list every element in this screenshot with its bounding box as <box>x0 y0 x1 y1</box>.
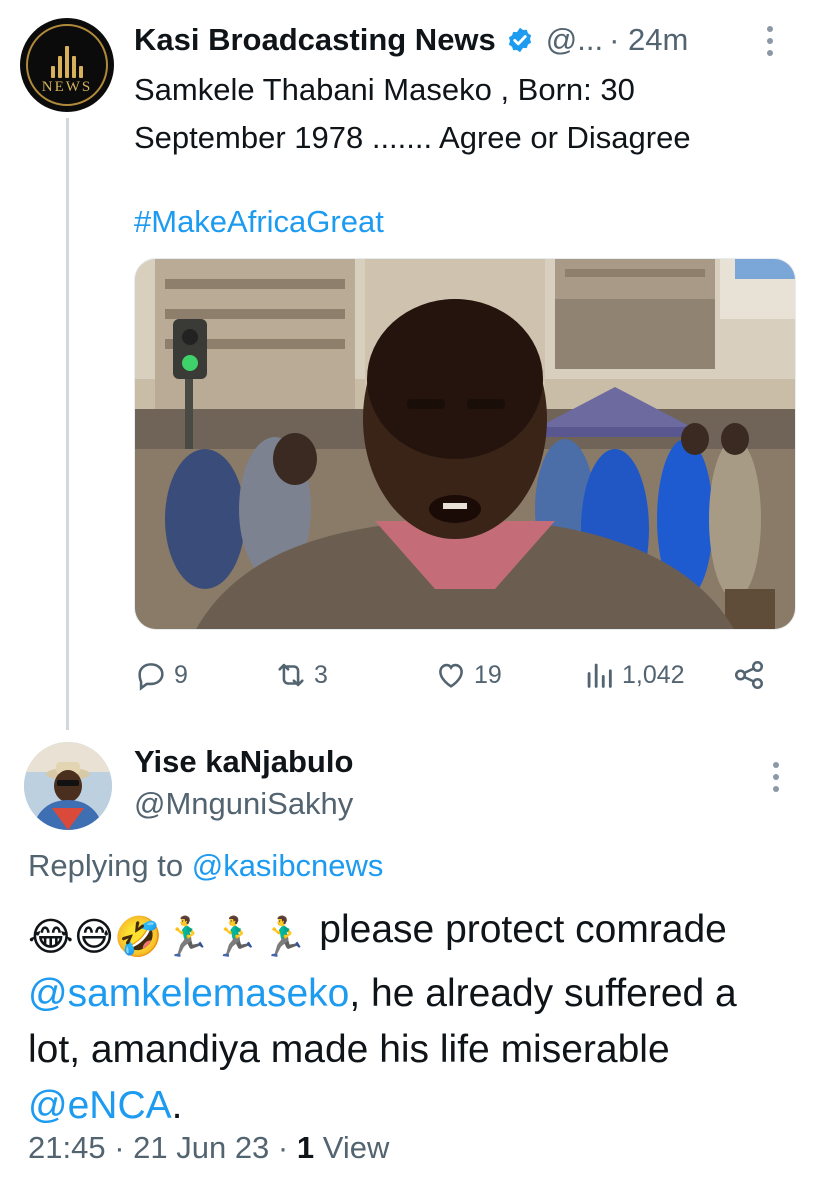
retweet-button[interactable]: 3 <box>274 658 328 692</box>
author-handle[interactable]: @... <box>546 22 603 58</box>
reply-view-label: View <box>322 1130 390 1165</box>
view-count: 1,042 <box>622 660 685 689</box>
views-button[interactable]: 1,042 <box>582 658 685 692</box>
author-display-name[interactable]: Kasi Broadcasting News <box>134 22 496 58</box>
reply-view-count: 1 <box>296 1130 315 1165</box>
tweet-thread-page: NEWS Kasi Broadcasting News @... · 24m S… <box>0 0 820 1200</box>
reply-author-name[interactable]: Yise kaNjabulo <box>134 744 353 780</box>
more-options-icon[interactable] <box>762 26 778 56</box>
reply-more-options-icon[interactable] <box>768 762 784 792</box>
like-count: 19 <box>474 660 502 689</box>
like-button[interactable]: 19 <box>434 658 502 692</box>
analytics-icon <box>587 663 612 688</box>
tweet-timestamp[interactable]: · 24m <box>609 22 688 58</box>
street-scene-photo <box>135 259 795 629</box>
avatar-photo <box>24 742 112 830</box>
retweet-icon <box>278 663 304 687</box>
emoji-sequence: 😂😅🤣🏃‍♂️🏃‍♂️🏃‍♂️ <box>28 916 309 959</box>
reply-metadata: 21:45 · 21 Jun 23 · 1 View <box>28 1130 389 1166</box>
replying-to-line: Replying to @kasibcnews <box>28 848 383 884</box>
reply-button[interactable]: 9 <box>134 658 188 692</box>
tweet-text: Samkele Thabani Maseko , Born: 30 Septem… <box>134 66 784 162</box>
tweet-media-image[interactable] <box>134 258 796 630</box>
reply-author-avatar[interactable] <box>24 742 112 830</box>
heart-icon <box>439 663 463 688</box>
kasi-broadcasting-avatar[interactable]: NEWS <box>20 18 114 112</box>
share-icon <box>734 660 764 690</box>
avatar-logo-text: NEWS <box>41 79 93 95</box>
reply-icon <box>138 663 164 691</box>
reply-timestamp[interactable]: 21:45 · 21 Jun 23 · <box>28 1130 288 1165</box>
replying-to-label: Replying to <box>28 848 184 883</box>
verified-badge-icon[interactable] <box>506 26 534 54</box>
tweet-text-line: September 1978 ....... Agree or Disagree <box>134 120 691 155</box>
share-button[interactable] <box>732 658 772 692</box>
tweet-text-line: Samkele Thabani Maseko , Born: 30 <box>134 72 635 107</box>
hashtag-link[interactable]: #MakeAfricaGreat <box>134 198 384 246</box>
reply-text-part: . <box>171 1084 183 1127</box>
retweet-count: 3 <box>314 660 328 689</box>
tweet-action-bar: 9 3 19 1,042 <box>134 650 774 704</box>
tweet-header: Kasi Broadcasting News @... · 24m <box>134 18 800 62</box>
reply-text-part: please protect comrade <box>308 908 727 951</box>
reply-count: 9 <box>174 660 188 689</box>
reply-author-handle[interactable]: @MnguniSakhy <box>134 786 353 822</box>
replying-to-handle-link[interactable]: @kasibcnews <box>192 848 384 883</box>
mention-enca-link[interactable]: @eNCA <box>28 1084 172 1127</box>
reply-text: 😂😅🤣🏃‍♂️🏃‍♂️🏃‍♂️ please protect comrade @… <box>28 902 798 1134</box>
mention-samkelemaseko-link[interactable]: @samkelemaseko <box>28 972 349 1015</box>
thread-connector-line <box>66 118 69 730</box>
